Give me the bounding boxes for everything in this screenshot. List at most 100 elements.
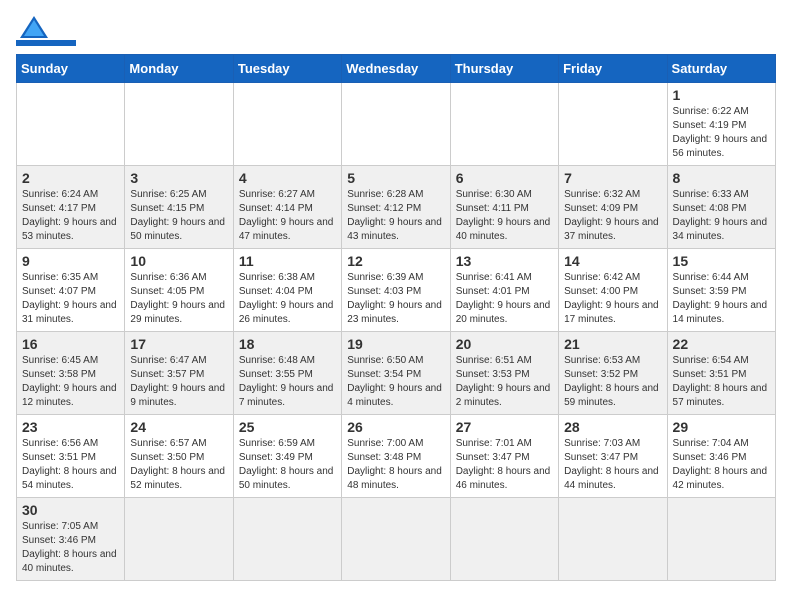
day-number: 3 [130, 170, 227, 186]
day-info: Sunrise: 6:57 AM Sunset: 3:50 PM Dayligh… [130, 437, 227, 493]
weekday-header-monday: Monday [125, 55, 233, 83]
day-number: 23 [22, 419, 119, 435]
calendar-cell: 4 Sunrise: 6:27 AM Sunset: 4:14 PM Daylig… [233, 166, 341, 249]
weekday-header-tuesday: Tuesday [233, 55, 341, 83]
day-info: Sunrise: 6:41 AM Sunset: 4:01 PM Dayligh… [456, 271, 553, 327]
calendar-cell: 24Sunrise: 6:57 AM Sunset: 3:50 PM Dayli… [125, 415, 233, 498]
calendar-cell: 19Sunrise: 6:50 AM Sunset: 3:54 PM Dayli… [342, 332, 450, 415]
calendar-cell [342, 498, 450, 581]
calendar-week-row: 16Sunrise: 6:45 AM Sunset: 3:58 PM Dayli… [17, 332, 776, 415]
weekday-header-thursday: Thursday [450, 55, 558, 83]
day-number: 22 [673, 336, 770, 352]
logo-bird-icon [20, 16, 48, 38]
day-number: 18 [239, 336, 336, 352]
day-number: 4 [239, 170, 336, 186]
day-number: 16 [22, 336, 119, 352]
calendar-cell: 27 Sunrise: 7:01 AM Sunset: 3:47 PM Dayli… [450, 415, 558, 498]
weekday-header-wednesday: Wednesday [342, 55, 450, 83]
calendar-cell: 1Sunrise: 6:22 AM Sunset: 4:19 PM Daylig… [667, 83, 775, 166]
day-info: Sunrise: 6:51 AM Sunset: 3:53 PM Dayligh… [456, 354, 553, 410]
day-number: 28 [564, 419, 661, 435]
calendar-cell: 14 Sunrise: 6:42 AM Sunset: 4:00 PM Dayli… [559, 249, 667, 332]
day-info: Sunrise: 6:42 AM Sunset: 4:00 PM Dayligh… [564, 271, 661, 327]
header [16, 16, 776, 46]
day-info: Sunrise: 6:30 AM Sunset: 4:11 PM Dayligh… [456, 188, 553, 244]
day-info: Sunrise: 6:35 AM Sunset: 4:07 PM Dayligh… [22, 271, 119, 327]
day-info: Sunrise: 7:03 AM Sunset: 3:47 PM Dayligh… [564, 437, 661, 493]
calendar-cell: 9Sunrise: 6:35 AM Sunset: 4:07 PM Daylig… [17, 249, 125, 332]
day-number: 17 [130, 336, 227, 352]
calendar-cell [667, 498, 775, 581]
day-number: 27 [456, 419, 553, 435]
calendar-cell: 3 Sunrise: 6:25 AM Sunset: 4:15 PM Daylig… [125, 166, 233, 249]
logo [16, 16, 76, 46]
day-number: 10 [130, 253, 227, 269]
weekday-header-row: SundayMondayTuesdayWednesdayThursdayFrid… [17, 55, 776, 83]
calendar-cell: 5 Sunrise: 6:28 AM Sunset: 4:12 PM Daylig… [342, 166, 450, 249]
calendar-week-row: 23 Sunrise: 6:56 AM Sunset: 3:51 PM Dayli… [17, 415, 776, 498]
calendar-cell: 15Sunrise: 6:44 AM Sunset: 3:59 PM Dayli… [667, 249, 775, 332]
day-info: Sunrise: 7:00 AM Sunset: 3:48 PM Dayligh… [347, 437, 444, 493]
logo-icon [16, 16, 48, 38]
day-info: Sunrise: 6:25 AM Sunset: 4:15 PM Dayligh… [130, 188, 227, 244]
calendar-cell: 21 Sunrise: 6:53 AM Sunset: 3:52 PM Dayli… [559, 332, 667, 415]
day-number: 13 [456, 253, 553, 269]
day-number: 11 [239, 253, 336, 269]
day-number: 7 [564, 170, 661, 186]
calendar-week-row: 30 Sunrise: 7:05 AM Sunset: 3:46 PM Dayli… [17, 498, 776, 581]
calendar-cell: 29 Sunrise: 7:04 AM Sunset: 3:46 PM Dayli… [667, 415, 775, 498]
calendar-cell: 6 Sunrise: 6:30 AM Sunset: 4:11 PM Daylig… [450, 166, 558, 249]
calendar-cell: 13 Sunrise: 6:41 AM Sunset: 4:01 PM Dayli… [450, 249, 558, 332]
day-info: Sunrise: 6:53 AM Sunset: 3:52 PM Dayligh… [564, 354, 661, 410]
day-number: 30 [22, 502, 119, 518]
day-info: Sunrise: 6:32 AM Sunset: 4:09 PM Dayligh… [564, 188, 661, 244]
calendar-cell: 30 Sunrise: 7:05 AM Sunset: 3:46 PM Dayli… [17, 498, 125, 581]
calendar-cell: 10 Sunrise: 6:36 AM Sunset: 4:05 PM Dayli… [125, 249, 233, 332]
day-info: Sunrise: 6:47 AM Sunset: 3:57 PM Dayligh… [130, 354, 227, 410]
calendar-cell: 12 Sunrise: 6:39 AM Sunset: 4:03 PM Dayli… [342, 249, 450, 332]
calendar-week-row: 9Sunrise: 6:35 AM Sunset: 4:07 PM Daylig… [17, 249, 776, 332]
day-number: 21 [564, 336, 661, 352]
calendar-cell: 18Sunrise: 6:48 AM Sunset: 3:55 PM Dayli… [233, 332, 341, 415]
day-number: 29 [673, 419, 770, 435]
day-number: 20 [456, 336, 553, 352]
day-info: Sunrise: 6:54 AM Sunset: 3:51 PM Dayligh… [673, 354, 770, 410]
day-info: Sunrise: 6:28 AM Sunset: 4:12 PM Dayligh… [347, 188, 444, 244]
calendar-cell: 22 Sunrise: 6:54 AM Sunset: 3:51 PM Dayli… [667, 332, 775, 415]
calendar-cell: 20 Sunrise: 6:51 AM Sunset: 3:53 PM Dayli… [450, 332, 558, 415]
day-number: 14 [564, 253, 661, 269]
day-number: 5 [347, 170, 444, 186]
calendar-cell: 2Sunrise: 6:24 AM Sunset: 4:17 PM Daylig… [17, 166, 125, 249]
calendar-cell [233, 498, 341, 581]
day-info: Sunrise: 6:39 AM Sunset: 4:03 PM Dayligh… [347, 271, 444, 327]
day-info: Sunrise: 6:38 AM Sunset: 4:04 PM Dayligh… [239, 271, 336, 327]
day-info: Sunrise: 7:04 AM Sunset: 3:46 PM Dayligh… [673, 437, 770, 493]
calendar-week-row: 1Sunrise: 6:22 AM Sunset: 4:19 PM Daylig… [17, 83, 776, 166]
day-info: Sunrise: 6:36 AM Sunset: 4:05 PM Dayligh… [130, 271, 227, 327]
day-number: 6 [456, 170, 553, 186]
day-info: Sunrise: 7:05 AM Sunset: 3:46 PM Dayligh… [22, 520, 119, 576]
calendar-cell [342, 83, 450, 166]
day-number: 19 [347, 336, 444, 352]
weekday-header-friday: Friday [559, 55, 667, 83]
calendar-cell: 28 Sunrise: 7:03 AM Sunset: 3:47 PM Dayli… [559, 415, 667, 498]
calendar-cell [125, 83, 233, 166]
day-number: 8 [673, 170, 770, 186]
calendar-cell [450, 83, 558, 166]
day-number: 26 [347, 419, 444, 435]
calendar: SundayMondayTuesdayWednesdayThursdayFrid… [16, 54, 776, 581]
calendar-cell: 8Sunrise: 6:33 AM Sunset: 4:08 PM Daylig… [667, 166, 775, 249]
day-info: Sunrise: 6:24 AM Sunset: 4:17 PM Dayligh… [22, 188, 119, 244]
weekday-header-sunday: Sunday [17, 55, 125, 83]
day-info: Sunrise: 6:27 AM Sunset: 4:14 PM Dayligh… [239, 188, 336, 244]
day-info: Sunrise: 6:59 AM Sunset: 3:49 PM Dayligh… [239, 437, 336, 493]
calendar-cell [450, 498, 558, 581]
day-info: Sunrise: 6:44 AM Sunset: 3:59 PM Dayligh… [673, 271, 770, 327]
day-info: Sunrise: 7:01 AM Sunset: 3:47 PM Dayligh… [456, 437, 553, 493]
calendar-cell [17, 83, 125, 166]
calendar-week-row: 2Sunrise: 6:24 AM Sunset: 4:17 PM Daylig… [17, 166, 776, 249]
day-info: Sunrise: 6:56 AM Sunset: 3:51 PM Dayligh… [22, 437, 119, 493]
calendar-cell: 17 Sunrise: 6:47 AM Sunset: 3:57 PM Dayli… [125, 332, 233, 415]
day-number: 12 [347, 253, 444, 269]
calendar-cell [559, 498, 667, 581]
